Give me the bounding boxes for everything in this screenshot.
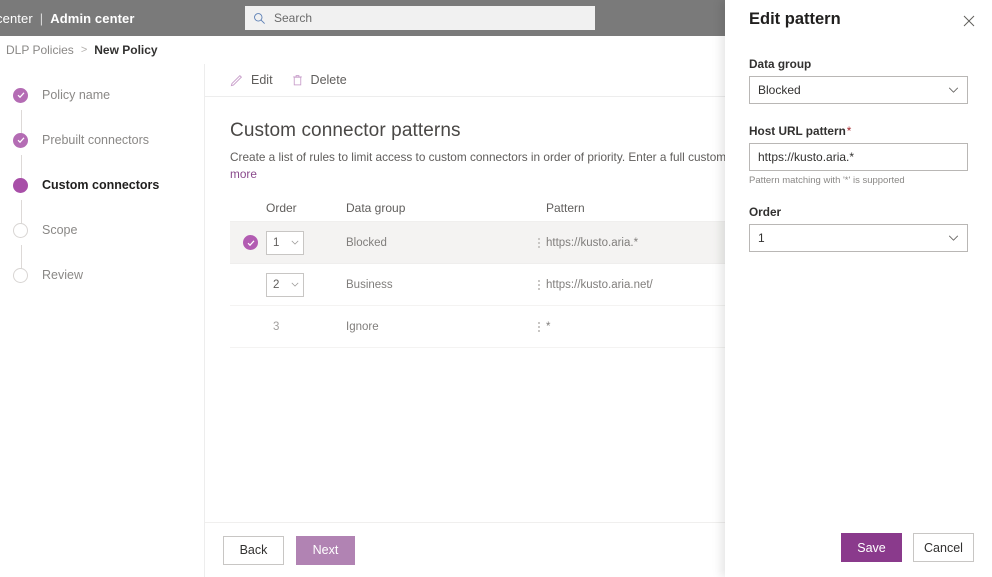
- breadcrumb-separator: >: [80, 44, 88, 56]
- pencil-icon: [230, 74, 243, 87]
- search-icon: [254, 12, 265, 24]
- host-url-label: Host URL pattern*: [749, 124, 968, 138]
- wizard-rail: Policy name Prebuilt connectors Custom c…: [0, 64, 205, 577]
- row-overflow-menu-icon[interactable]: [532, 237, 546, 248]
- host-url-label-text: Host URL pattern: [749, 124, 846, 138]
- data-group-label: Data group: [749, 57, 812, 71]
- row-selected-icon: [243, 235, 258, 250]
- search-placeholder: Search: [274, 11, 313, 25]
- page-description-text: Create a list of rules to limit access t…: [230, 150, 793, 164]
- order-dropdown[interactable]: 1: [749, 224, 968, 252]
- panel-footer: Save Cancel: [841, 533, 974, 562]
- row-data-group-cell: Business: [346, 279, 546, 291]
- row-overflow-menu-icon[interactable]: [532, 279, 546, 290]
- sidebar-item-label: Policy name: [42, 88, 111, 102]
- step-pending-icon: [13, 267, 28, 283]
- trash-icon: [292, 75, 302, 86]
- panel-title: Edit pattern: [749, 10, 841, 28]
- cancel-button[interactable]: Cancel: [913, 533, 974, 562]
- step-pending-icon: [13, 222, 28, 238]
- row-data-group-cell: Ignore: [346, 321, 546, 333]
- row-data-group-value: Blocked: [346, 236, 387, 249]
- order-field: Order 1: [749, 205, 968, 252]
- data-group-value: Blocked: [758, 83, 801, 97]
- row-order-cell: 2: [266, 272, 346, 297]
- order-dropdown[interactable]: 2: [266, 272, 304, 297]
- save-button[interactable]: Save: [841, 533, 902, 562]
- row-data-group-cell: Blocked: [346, 237, 546, 249]
- order-value: 1: [273, 236, 280, 249]
- row-data-group-value: Ignore: [346, 320, 379, 333]
- suite-brand[interactable]: in center | Admin center: [0, 11, 135, 26]
- breadcrumb-item-new-policy: New Policy: [94, 43, 158, 57]
- delete-button[interactable]: Delete: [291, 73, 347, 87]
- close-icon: [963, 15, 975, 27]
- sidebar-item-prebuilt-connectors[interactable]: Prebuilt connectors: [0, 125, 205, 155]
- step-active-icon: [13, 177, 28, 193]
- page-title: Custom connector patterns: [230, 120, 461, 141]
- suite-brand-left: in center: [0, 10, 33, 26]
- panel-header: Edit pattern: [749, 10, 980, 32]
- breadcrumb-item-dlp-policies[interactable]: DLP Policies: [6, 43, 74, 57]
- host-url-input[interactable]: https://kusto.aria.*: [749, 143, 968, 171]
- step-complete-icon: [13, 87, 28, 103]
- required-marker: *: [846, 124, 852, 138]
- row-overflow-menu-icon[interactable]: [532, 321, 546, 332]
- sidebar-item-custom-connectors[interactable]: Custom connectors: [0, 170, 205, 200]
- chevron-down-icon: [291, 282, 299, 287]
- learn-more-link[interactable]: more: [230, 167, 257, 181]
- row-order-cell: 3: [266, 321, 346, 333]
- data-group-dropdown[interactable]: Blocked: [749, 76, 968, 104]
- sidebar-item-label: Scope: [42, 223, 78, 237]
- table-header-data-group: Data group: [346, 200, 406, 215]
- host-url-value: https://kusto.aria.*: [758, 150, 855, 164]
- host-url-hint: Pattern matching with '*' is supported: [749, 175, 905, 186]
- sidebar-item-label: Custom connectors: [42, 178, 160, 192]
- suite-brand-separator: |: [39, 10, 44, 26]
- order-value: 3: [273, 320, 280, 333]
- order-dropdown[interactable]: 1: [266, 230, 304, 255]
- edit-pattern-panel: Edit pattern Data group Blocked Host URL…: [725, 0, 992, 577]
- order-label: Order: [749, 205, 782, 219]
- sidebar-item-label: Prebuilt connectors: [42, 133, 150, 147]
- row-order-cell: 1: [266, 230, 346, 255]
- row-data-group-value: Business: [346, 278, 393, 291]
- sidebar-item-label: Review: [42, 268, 83, 282]
- step-complete-icon: [13, 132, 28, 148]
- edit-label: Edit: [251, 73, 273, 87]
- table-header-order: Order: [266, 200, 297, 215]
- suite-brand-right: Admin center: [50, 10, 135, 26]
- delete-label: Delete: [310, 73, 347, 87]
- back-button[interactable]: Back: [223, 535, 284, 565]
- sidebar-item-policy-name[interactable]: Policy name: [0, 80, 205, 110]
- sidebar-item-review[interactable]: Review: [0, 260, 205, 290]
- edit-button[interactable]: Edit: [230, 73, 273, 87]
- chevron-down-icon: [948, 87, 959, 93]
- row-select-cell[interactable]: [230, 235, 266, 250]
- order-value: 2: [273, 278, 280, 291]
- data-group-field: Data group Blocked: [749, 57, 968, 104]
- next-button[interactable]: Next: [296, 535, 355, 565]
- close-button[interactable]: [958, 10, 980, 32]
- chevron-down-icon: [291, 240, 299, 245]
- host-url-field: Host URL pattern* https://kusto.aria.* P…: [749, 124, 968, 186]
- search-input[interactable]: Search: [245, 6, 595, 30]
- chevron-down-icon: [948, 235, 959, 241]
- order-value: 1: [758, 231, 765, 245]
- sidebar-item-scope[interactable]: Scope: [0, 215, 205, 245]
